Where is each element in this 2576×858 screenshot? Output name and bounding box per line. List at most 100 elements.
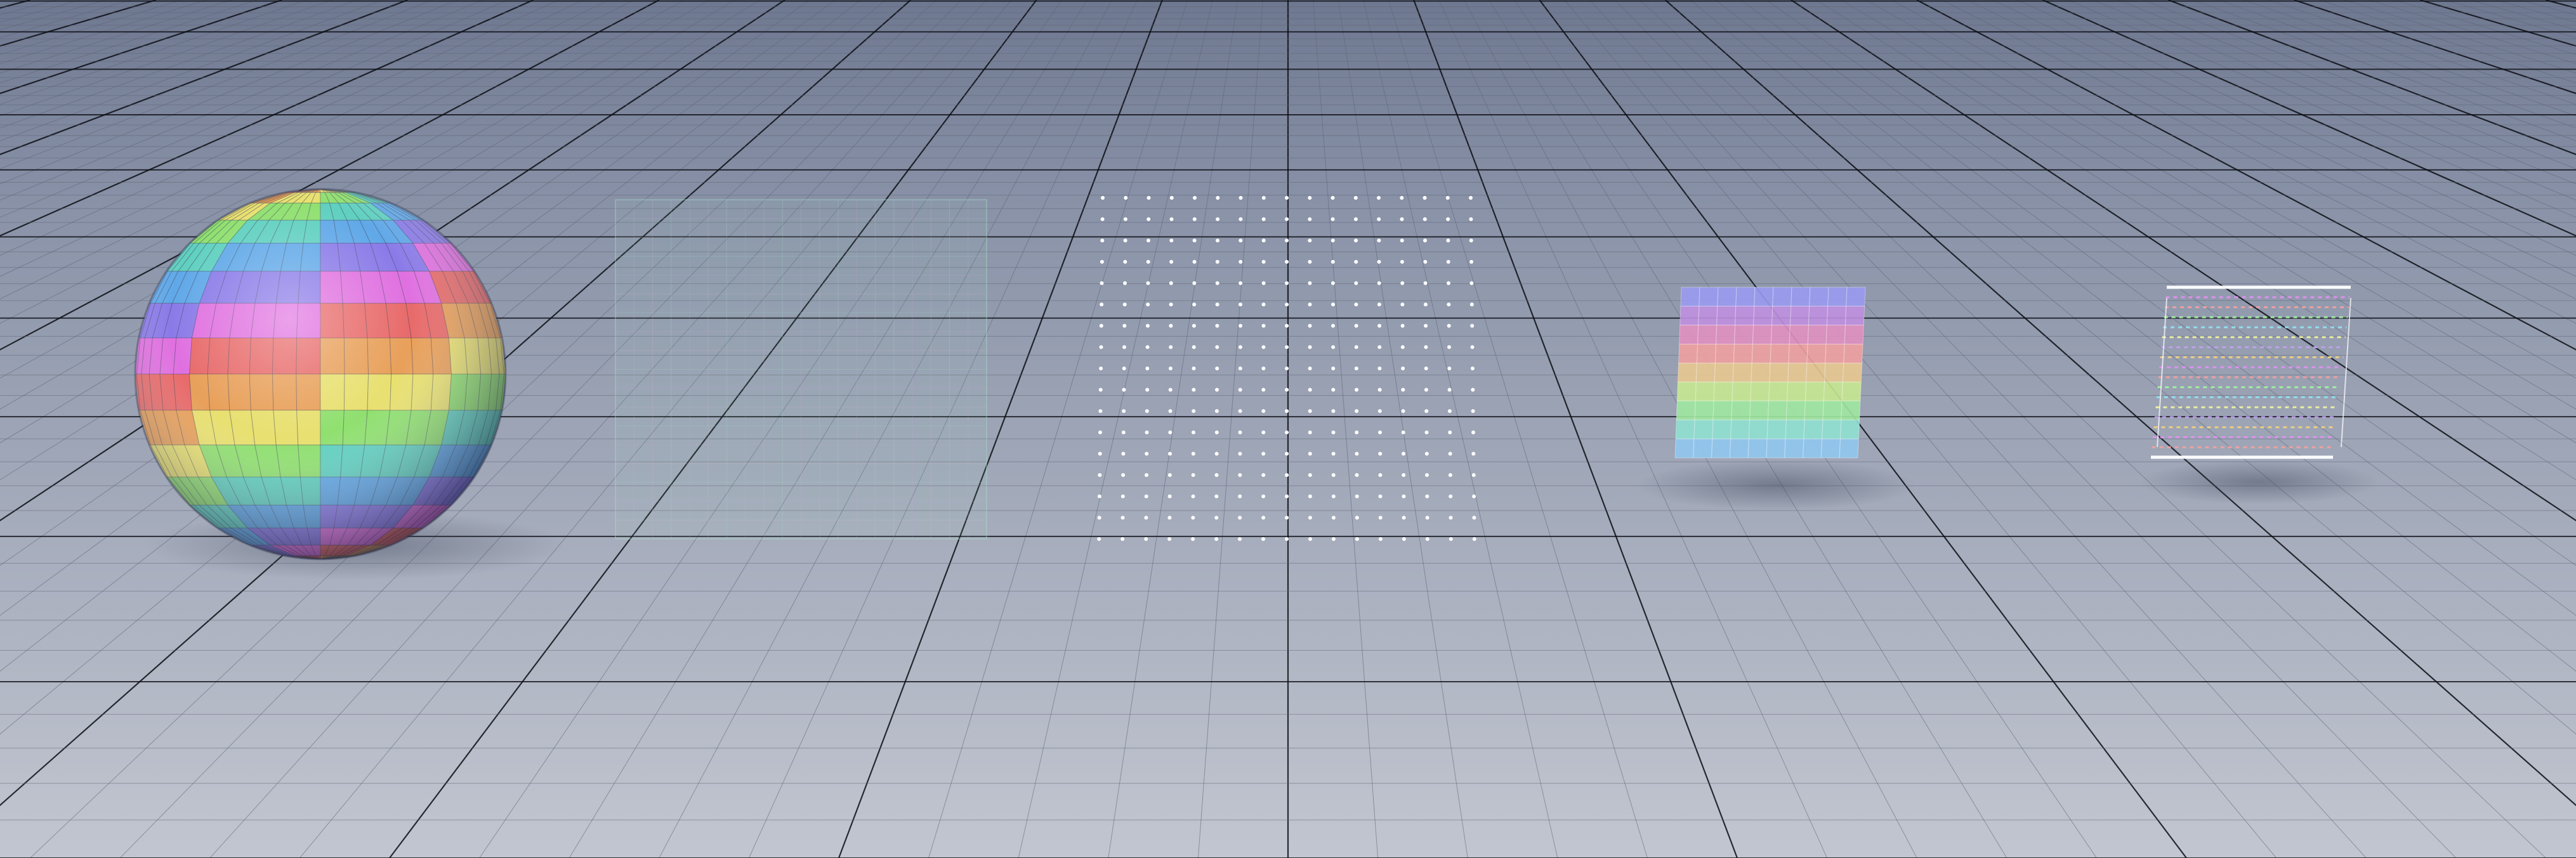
point	[1120, 494, 1125, 498]
color-panel-tile	[1693, 438, 1713, 458]
color-panel-tile	[1842, 363, 1863, 382]
point	[1400, 238, 1404, 243]
point	[1123, 217, 1127, 221]
point	[1169, 323, 1173, 328]
color-panel-tile	[1735, 287, 1756, 307]
point	[1447, 302, 1451, 307]
point	[1261, 387, 1266, 392]
point	[1146, 281, 1150, 285]
color-panel-tile	[1784, 438, 1804, 458]
point	[1168, 367, 1173, 370]
point	[1261, 323, 1266, 328]
point	[1167, 473, 1172, 478]
color-panel-tile	[1808, 306, 1829, 326]
point	[1378, 494, 1383, 498]
point	[1471, 387, 1475, 392]
point	[1147, 217, 1151, 221]
point	[1377, 387, 1382, 392]
point	[1423, 217, 1427, 221]
point	[1239, 281, 1243, 285]
color-panel-tile	[1846, 287, 1866, 307]
point	[1215, 281, 1219, 285]
point	[1377, 409, 1382, 413]
point	[1449, 494, 1453, 498]
color-panel-tile	[1677, 363, 1698, 382]
point	[1192, 259, 1197, 264]
point	[1098, 473, 1102, 478]
point	[1447, 387, 1452, 392]
color-panel-tile	[1767, 400, 1788, 420]
point	[1238, 516, 1242, 520]
point	[1261, 281, 1266, 285]
point	[1121, 430, 1126, 434]
point	[1378, 516, 1383, 520]
point	[1402, 537, 1406, 541]
point	[1400, 302, 1405, 307]
point	[1167, 516, 1172, 520]
point	[1216, 238, 1219, 243]
color-panel-tile	[1843, 344, 1863, 364]
point	[1469, 281, 1474, 285]
color-panel-tile	[1786, 381, 1807, 401]
point	[1261, 473, 1266, 478]
point	[1101, 196, 1105, 200]
color-panel-tile	[1699, 287, 1719, 307]
point	[1192, 281, 1197, 285]
point	[1378, 537, 1383, 541]
point	[1448, 452, 1452, 456]
color-panel-tile	[1803, 438, 1823, 458]
point	[1261, 494, 1266, 498]
point	[1214, 473, 1219, 478]
color-panel-tile	[1768, 381, 1789, 401]
point	[1238, 494, 1242, 498]
color-panel-tile	[1789, 306, 1810, 326]
point	[1239, 302, 1242, 307]
color-panel-tile	[1809, 287, 1829, 307]
point	[1285, 196, 1289, 200]
color-panel-tile	[1733, 325, 1754, 345]
point	[1123, 238, 1127, 243]
point	[1215, 367, 1219, 370]
point	[1098, 430, 1102, 434]
point	[1377, 302, 1381, 307]
point	[1400, 345, 1405, 349]
point	[1331, 409, 1336, 413]
point	[1239, 196, 1243, 200]
point	[1214, 452, 1219, 456]
point	[1216, 217, 1220, 221]
point	[1331, 537, 1336, 541]
point	[1401, 387, 1405, 392]
3d-viewport-scene	[0, 0, 2576, 858]
point	[1168, 452, 1172, 456]
point	[1169, 238, 1174, 243]
point	[1331, 430, 1336, 434]
point	[1238, 409, 1242, 413]
point	[1261, 430, 1266, 434]
point	[1448, 473, 1452, 478]
point	[1308, 387, 1312, 392]
point	[1169, 196, 1174, 200]
point	[1469, 302, 1474, 307]
point	[1425, 537, 1429, 541]
color-panel-tile	[1807, 325, 1827, 345]
point	[1354, 302, 1358, 307]
point	[1308, 494, 1312, 498]
point	[1377, 238, 1381, 243]
color-panel-tile	[1693, 419, 1714, 439]
point	[1191, 516, 1195, 520]
point	[1238, 367, 1242, 370]
point	[1354, 345, 1358, 349]
point	[1238, 537, 1242, 541]
point	[1167, 494, 1172, 498]
color-panel-tile	[1820, 438, 1841, 458]
point	[1377, 323, 1382, 328]
point	[1449, 516, 1453, 520]
color-panel-tile	[1824, 363, 1844, 382]
color-panel-tile	[1696, 344, 1717, 364]
point	[1261, 367, 1266, 370]
point	[1423, 281, 1428, 285]
point	[1192, 217, 1197, 221]
point	[1193, 196, 1197, 200]
point	[1445, 196, 1450, 200]
point	[1238, 387, 1242, 392]
